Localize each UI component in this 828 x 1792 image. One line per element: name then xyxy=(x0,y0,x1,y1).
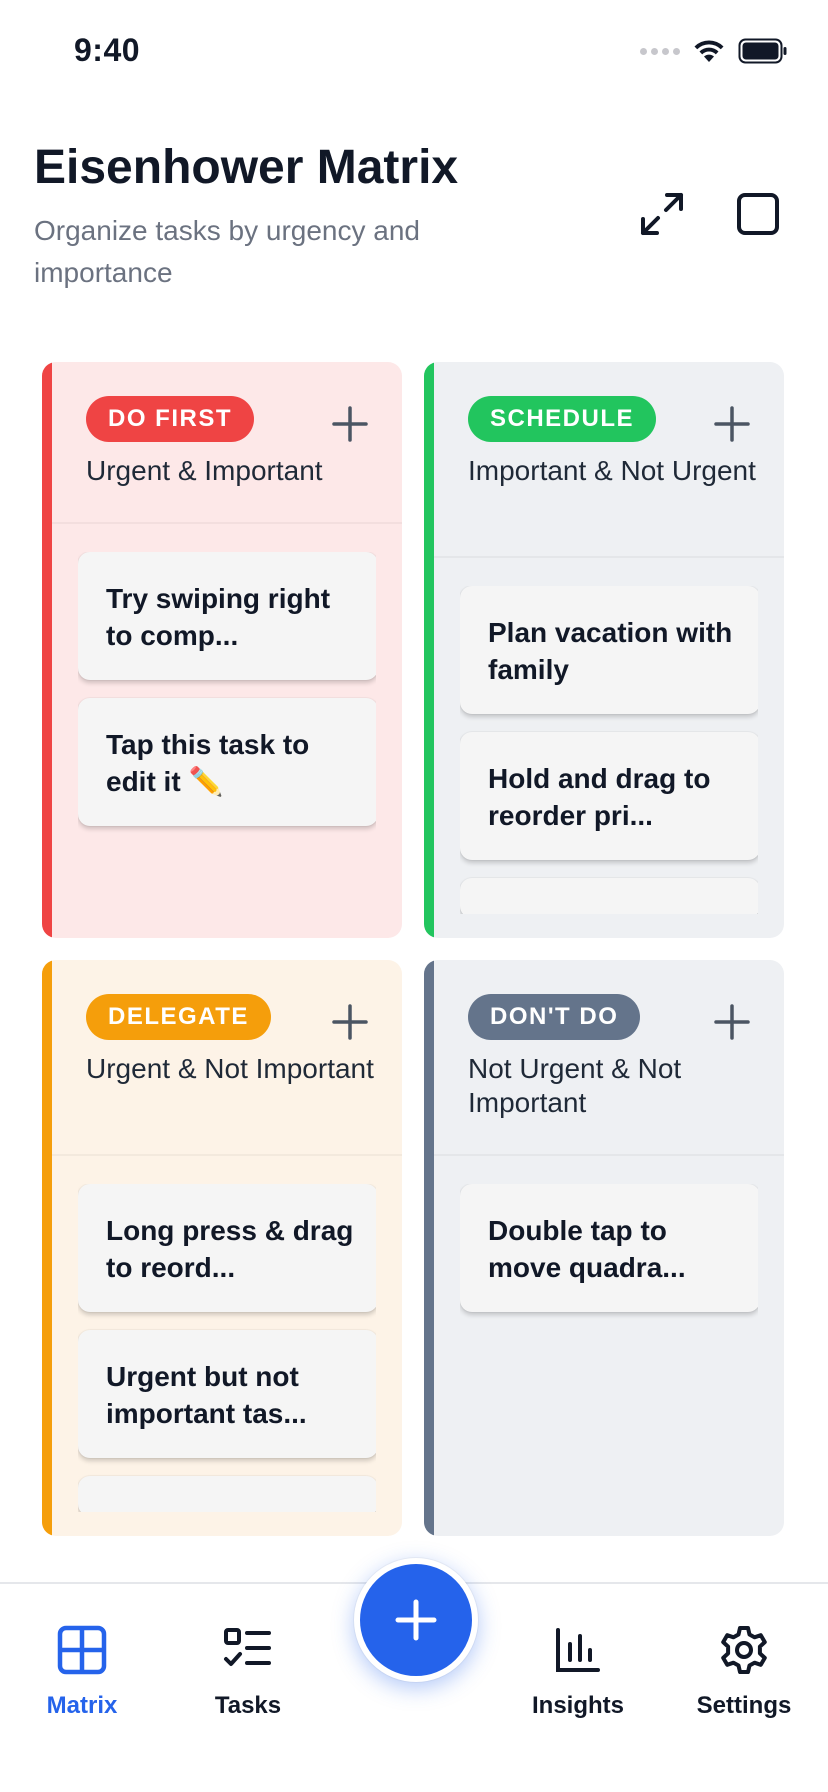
quadrant-badge: DELEGATE xyxy=(86,994,271,1040)
quadrant-dont-do[interactable]: DON'T DO Not Urgent & Not Important Doub… xyxy=(424,960,784,1536)
quadrant-accent xyxy=(42,960,52,1536)
quadrant-delegate[interactable]: DELEGATE Urgent & Not Important Long pre… xyxy=(42,960,402,1536)
header-actions xyxy=(636,188,784,240)
task-card-partial[interactable] xyxy=(460,878,758,914)
nav-item-matrix[interactable]: Matrix xyxy=(12,1624,152,1720)
page-subtitle: Organize tasks by urgency and importance xyxy=(34,215,420,288)
gear-icon xyxy=(721,1626,767,1674)
plus-icon xyxy=(395,1599,437,1641)
status-icons xyxy=(640,38,788,64)
quadrant-subtitle: Urgent & Important xyxy=(86,455,323,486)
task-card-partial[interactable] xyxy=(78,1476,376,1512)
quadrant-subtitle: Important & Not Urgent xyxy=(468,455,756,486)
quadrant-schedule[interactable]: SCHEDULE Important & Not Urgent Plan vac… xyxy=(424,362,784,938)
task-card[interactable]: Try swiping right to comp... xyxy=(78,552,376,680)
quadrant-divider xyxy=(52,1154,402,1156)
status-bar: 9:40 xyxy=(0,0,828,100)
grid-icon xyxy=(57,1625,107,1675)
task-list: Try swiping right to comp... Tap this ta… xyxy=(78,552,376,914)
expand-button[interactable] xyxy=(636,188,688,240)
nav-item-settings[interactable]: Settings xyxy=(674,1624,814,1720)
home-indicator xyxy=(274,1762,554,1772)
quadrant-badge: DON'T DO xyxy=(468,994,641,1040)
square-icon xyxy=(737,193,779,235)
quadrant-do-first[interactable]: DO FIRST Urgent & Important Try swiping … xyxy=(42,362,402,938)
quadrant-accent xyxy=(42,362,52,938)
checklist-icon xyxy=(224,1628,271,1666)
quadrant-divider xyxy=(434,556,784,558)
quadrant-divider xyxy=(52,522,402,524)
task-card[interactable]: Urgent but not important tas... xyxy=(78,1330,376,1458)
add-task-schedule-button[interactable] xyxy=(712,404,752,444)
plus-icon xyxy=(714,1004,750,1040)
task-card[interactable]: Tap this task to edit it ✏️ xyxy=(78,698,376,826)
fullscreen-button[interactable] xyxy=(732,188,784,240)
bar-chart-icon xyxy=(556,1628,600,1672)
plus-icon xyxy=(714,406,750,442)
add-task-delegate-button[interactable] xyxy=(330,1002,370,1042)
nav-label: Insights xyxy=(531,1692,624,1719)
cellular-signal-icon xyxy=(640,47,680,55)
quadrant-accent xyxy=(424,362,434,938)
quadrant-subtitle: Not Urgent & Not Important xyxy=(468,1053,682,1118)
battery-icon xyxy=(738,38,787,64)
add-task-dont-do-button[interactable] xyxy=(712,1002,752,1042)
nav-label: Matrix xyxy=(46,1692,118,1719)
quadrant-subtitle: Urgent & Not Important xyxy=(86,1053,374,1084)
task-card[interactable]: Hold and drag to reorder pri... xyxy=(460,732,758,860)
task-list: Plan vacation with family Hold and drag … xyxy=(460,586,758,914)
quadrant-divider xyxy=(434,1154,784,1156)
nav-label: Settings xyxy=(696,1692,792,1719)
add-task-fab[interactable] xyxy=(354,1558,478,1682)
status-time: 9:40 xyxy=(74,32,141,68)
quadrant-badge: SCHEDULE xyxy=(468,396,657,442)
expand-arrows-icon xyxy=(641,193,683,235)
add-task-do-first-button[interactable] xyxy=(330,404,370,444)
task-list: Double tap to move quadra... xyxy=(460,1184,758,1512)
page-header: Eisenhower Matrix Organize tasks by urge… xyxy=(34,138,794,298)
nav-label: Tasks xyxy=(214,1692,282,1719)
task-card[interactable]: Double tap to move quadra... xyxy=(460,1184,758,1312)
task-card[interactable]: Long press & drag to reord... xyxy=(78,1184,376,1312)
quadrant-badge: DO FIRST xyxy=(86,396,254,442)
plus-icon xyxy=(332,1004,368,1040)
task-list: Long press & drag to reord... Urgent but… xyxy=(78,1184,376,1512)
task-card[interactable]: Plan vacation with family xyxy=(460,586,758,714)
plus-icon xyxy=(332,406,368,442)
wifi-icon xyxy=(694,40,724,62)
nav-item-tasks[interactable]: Tasks xyxy=(178,1624,318,1720)
quadrant-accent xyxy=(424,960,434,1536)
nav-item-insights[interactable]: Insights xyxy=(508,1624,648,1720)
app-screen: 9:40 Eisenhower Matrix Organize tasks by… xyxy=(0,0,828,1792)
